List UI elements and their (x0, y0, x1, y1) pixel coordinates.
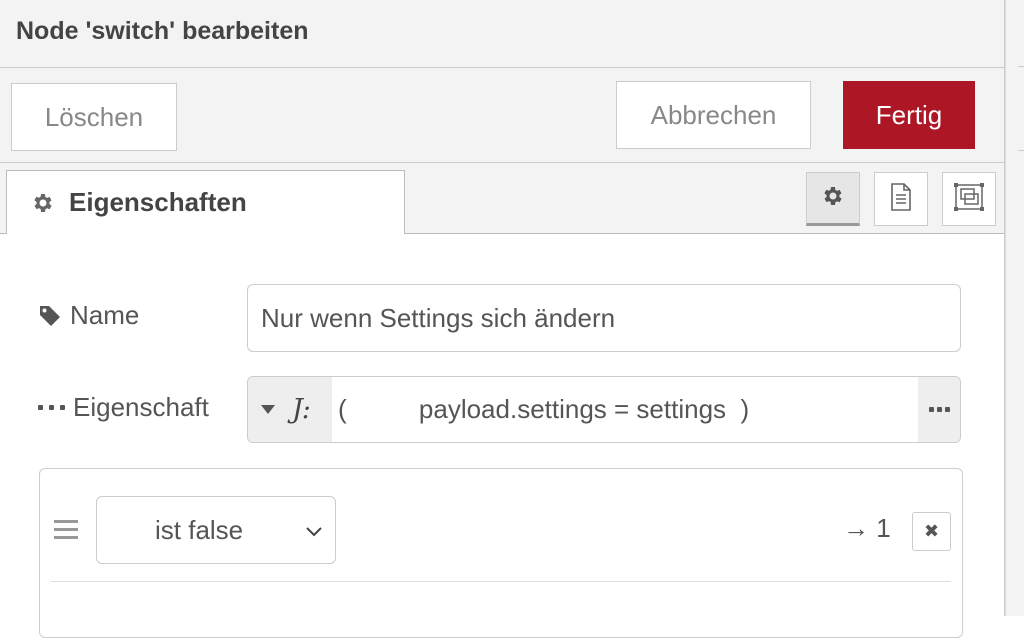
name-row-label: Name (38, 300, 139, 331)
expand-expression-button[interactable] (918, 377, 960, 442)
caret-down-icon (261, 405, 275, 414)
gear-icon (31, 191, 55, 215)
rule-operator-value: ist false (155, 514, 244, 545)
property-typed-input: J: ( payload.settings = settings ) (247, 376, 961, 443)
drag-handle-icon[interactable] (54, 520, 78, 544)
property-type-select[interactable]: J: (248, 377, 332, 442)
ellipsis-icon (928, 407, 934, 412)
property-label: Eigenschaft (73, 392, 209, 422)
name-input[interactable]: Nur wenn Settings sich ändern (247, 284, 961, 352)
cancel-button[interactable]: Abbrechen (616, 81, 811, 149)
delete-button[interactable]: Löschen (11, 83, 177, 151)
frame-icon (953, 182, 985, 217)
property-expression-input[interactable]: ( payload.settings = settings ) (338, 377, 749, 442)
chevron-down-icon (305, 519, 323, 550)
close-icon: ✖ (923, 521, 940, 541)
tab-bar: Eigenschaften (0, 163, 1004, 234)
tab-properties[interactable]: Eigenschaften (6, 170, 405, 234)
tray-header: Node 'switch' bearbeiten (0, 0, 1004, 68)
done-button[interactable]: Fertig (843, 81, 975, 149)
tray-title: Node 'switch' bearbeiten (16, 17, 309, 45)
tab-button-properties[interactable] (806, 172, 860, 226)
tab-button-description[interactable] (874, 172, 928, 226)
jsonata-icon: J: (292, 394, 311, 425)
name-label: Name (70, 300, 140, 330)
list-item: ist false → 1 ✖ (51, 469, 951, 582)
properties-panel: Name Nur wenn Settings sich ändern Eigen… (0, 234, 1004, 638)
tab-button-appearance[interactable] (942, 172, 996, 226)
property-row-label: Eigenschaft (38, 392, 209, 423)
workspace-edge (1005, 0, 1024, 616)
ellipsis-icon (38, 405, 65, 410)
gear-icon (821, 184, 845, 213)
tag-icon (38, 304, 62, 328)
rule-operator-select[interactable]: ist false (96, 496, 336, 564)
document-icon (889, 182, 913, 216)
tab-properties-label: Eigenschaften (69, 187, 247, 217)
rules-list: ist false → 1 ✖ (39, 468, 963, 638)
remove-rule-button[interactable]: ✖ (912, 512, 951, 551)
rule-output-label: → 1 (843, 513, 891, 543)
edit-tray: Node 'switch' bearbeiten Löschen Abbrech… (0, 0, 1005, 638)
tray-toolbar: Löschen Abbrechen Fertig (0, 68, 1004, 163)
